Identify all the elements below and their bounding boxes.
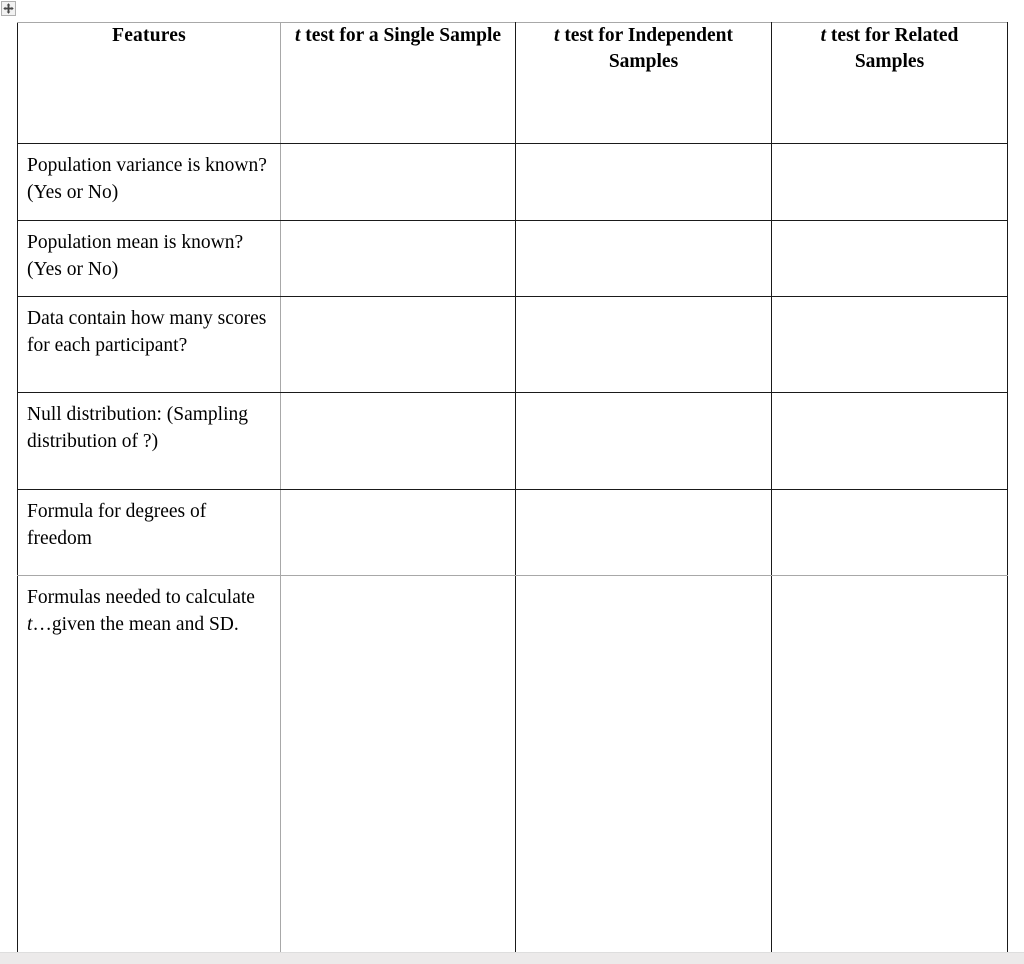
answer-cell-independent-samples[interactable] — [515, 296, 772, 393]
answer-cell-related-samples[interactable] — [771, 220, 1008, 297]
feature-label: Population mean is known? (Yes or No) — [27, 232, 244, 281]
answer-cell-single-sample[interactable] — [280, 220, 516, 297]
answer-value — [516, 490, 771, 506]
answer-cell-independent-samples[interactable] — [515, 143, 772, 221]
header-label-single-sample: t test for a Single Sample — [281, 23, 515, 49]
answer-cell-independent-samples[interactable] — [515, 575, 772, 958]
table-row: Population mean is known? (Yes or No) — [17, 220, 1008, 297]
answer-cell-single-sample[interactable] — [280, 489, 516, 576]
answer-cell-single-sample[interactable] — [280, 296, 516, 393]
table-row: Data contain how many scores for each pa… — [17, 296, 1008, 393]
answer-value — [516, 221, 771, 237]
answer-cell-related-samples[interactable] — [771, 143, 1008, 221]
answer-cell-single-sample[interactable] — [280, 392, 516, 490]
table-row: Formula for degrees of freedom — [17, 489, 1008, 576]
header-label-related-samples-text: test for Related Samples — [826, 25, 959, 72]
answer-cell-related-samples[interactable] — [771, 489, 1008, 576]
answer-value — [281, 144, 515, 160]
table-move-handle-four-arrow-icon[interactable] — [1, 1, 16, 16]
page-bottom-edge — [0, 952, 1024, 964]
header-cell-independent-samples[interactable]: t test for Independent Samples — [515, 22, 772, 144]
feature-label: Population variance is known? (Yes or No… — [27, 155, 267, 204]
header-label-independent-samples: t test for Independent Samples — [516, 23, 771, 74]
feature-label: Formulas needed to calculate t…given the… — [18, 576, 280, 646]
answer-cell-related-samples[interactable] — [771, 575, 1008, 958]
answer-value — [772, 393, 1007, 409]
feature-cell-degrees-of-freedom[interactable]: Formula for degrees of freedom — [17, 489, 281, 576]
answer-value — [772, 490, 1007, 506]
t-test-comparison-table[interactable]: Features t test for a Single Sample t te… — [17, 22, 1008, 958]
feature-label: Null distribution: (Sampling distributio… — [27, 404, 249, 453]
feature-label: Formula for degrees of freedom — [27, 501, 207, 550]
answer-cell-single-sample[interactable] — [280, 143, 516, 221]
answer-value — [516, 297, 771, 313]
answer-value — [772, 221, 1007, 237]
header-cell-features[interactable]: Features — [17, 22, 281, 144]
header-label-features: Features — [112, 25, 186, 46]
header-label-single-sample-text: test for a Single Sample — [300, 25, 502, 46]
answer-value — [516, 144, 771, 160]
feature-cell-population-variance-known[interactable]: Population variance is known? (Yes or No… — [17, 143, 281, 221]
answer-cell-related-samples[interactable] — [771, 392, 1008, 490]
table-row: Null distribution: (Sampling distributio… — [17, 392, 1008, 490]
answer-cell-independent-samples[interactable] — [515, 392, 772, 490]
answer-value — [772, 144, 1007, 160]
feature-label-part1: Formulas needed to calculate — [27, 587, 255, 608]
feature-cell-formulas-for-t[interactable]: Formulas needed to calculate t…given the… — [17, 575, 281, 958]
table-row: Formulas needed to calculate t…given the… — [17, 575, 1008, 958]
header-cell-single-sample[interactable]: t test for a Single Sample — [280, 22, 516, 144]
table-row: Population variance is known? (Yes or No… — [17, 143, 1008, 221]
answer-value — [281, 576, 515, 592]
header-label-independent-samples-text: test for Independent Samples — [559, 25, 733, 72]
answer-cell-independent-samples[interactable] — [515, 489, 772, 576]
document-page: Features t test for a Single Sample t te… — [0, 0, 1024, 964]
answer-value — [281, 297, 515, 313]
answer-cell-single-sample[interactable] — [280, 575, 516, 958]
answer-value — [281, 393, 515, 409]
header-label-related-samples: t test for Related Samples — [772, 23, 1007, 74]
feature-cell-scores-per-participant[interactable]: Data contain how many scores for each pa… — [17, 296, 281, 393]
answer-value — [772, 576, 1007, 592]
answer-cell-independent-samples[interactable] — [515, 220, 772, 297]
feature-label: Data contain how many scores for each pa… — [27, 308, 267, 357]
answer-value — [772, 297, 1007, 313]
answer-cell-related-samples[interactable] — [771, 296, 1008, 393]
feature-label-part2: …given the mean and SD. — [32, 614, 239, 636]
answer-value — [516, 393, 771, 409]
answer-value — [281, 221, 515, 237]
feature-cell-population-mean-known[interactable]: Population mean is known? (Yes or No) — [17, 220, 281, 297]
answer-value — [516, 576, 771, 592]
table-header-row: Features t test for a Single Sample t te… — [17, 22, 1008, 144]
feature-cell-null-distribution[interactable]: Null distribution: (Sampling distributio… — [17, 392, 281, 490]
header-cell-related-samples[interactable]: t test for Related Samples — [771, 22, 1008, 144]
answer-value — [281, 490, 515, 506]
